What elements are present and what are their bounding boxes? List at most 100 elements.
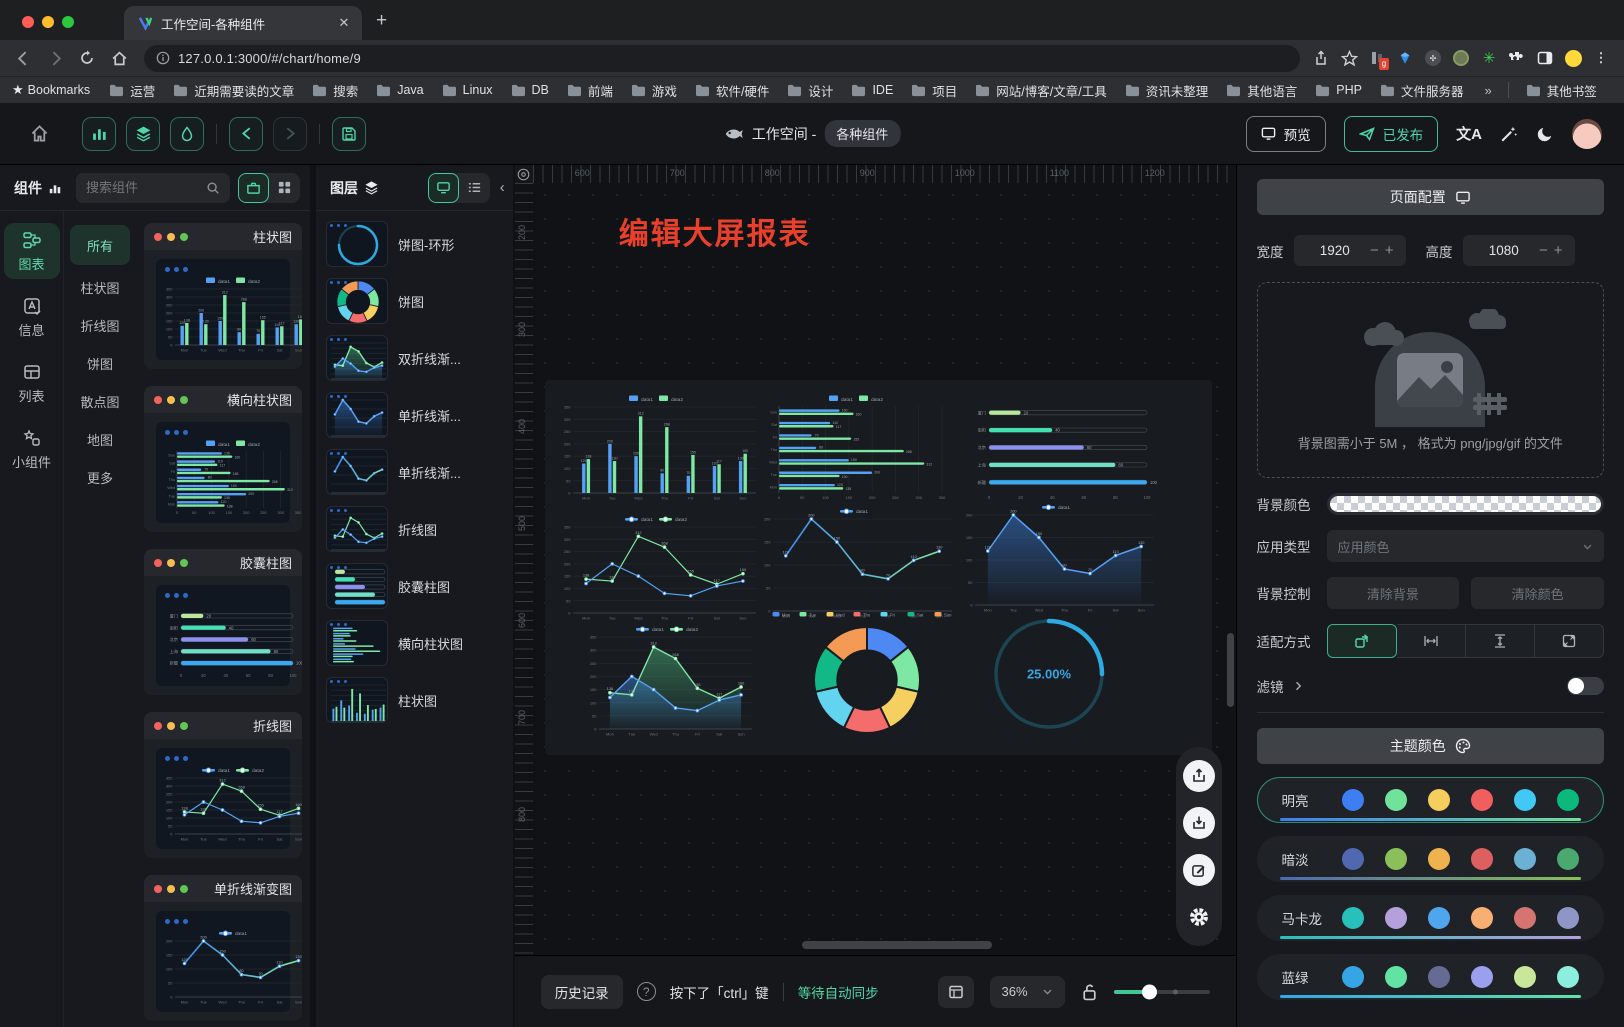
other-bookmarks-folder[interactable]: 其他书签 <box>1517 81 1606 100</box>
preview-button[interactable]: 预览 <box>1246 116 1326 152</box>
bookmark-folder[interactable]: PHP <box>1306 83 1371 97</box>
bookmark-folder[interactable]: 文件服务器 <box>1371 81 1473 100</box>
category-item[interactable]: 散点图 <box>70 385 130 417</box>
bookmark-folder[interactable]: 前端 <box>558 81 622 100</box>
save-button[interactable] <box>332 117 366 151</box>
bookmark-folder[interactable]: DB <box>502 83 558 97</box>
theme-color-dot[interactable] <box>1471 966 1493 988</box>
edit-icon[interactable] <box>1183 854 1215 886</box>
ext-circle-dark-icon[interactable]: ✣ <box>1424 49 1442 67</box>
theme-color-dot[interactable] <box>1557 907 1579 929</box>
list-view-button[interactable] <box>459 173 490 203</box>
single-view-button[interactable] <box>238 173 269 203</box>
dashboard-preview[interactable]: data1data2050100150200250300350120138200… <box>545 380 1212 755</box>
theme-color-dot[interactable] <box>1428 789 1450 811</box>
width-stepper[interactable]: 1920 − + <box>1294 235 1406 266</box>
horizontal-scrollbar[interactable] <box>802 941 992 949</box>
layer-item[interactable]: 饼图 <box>326 278 503 324</box>
theme-row-蓝绿[interactable]: 蓝绿 <box>1257 954 1604 1000</box>
bg-color-swatch[interactable] <box>1327 493 1604 515</box>
bookmark-folder[interactable]: Java <box>367 83 432 97</box>
bookmark-folder[interactable]: 网站/博客/文章/工具 <box>966 81 1115 100</box>
preview-bar-chart[interactable]: data1data2050100150200250300350120138200… <box>559 392 759 504</box>
category-item[interactable]: 地图 <box>70 423 130 455</box>
theme-color-dot[interactable] <box>1514 848 1536 870</box>
bookmark-folder[interactable]: 运营 <box>100 81 164 100</box>
width-plus-button[interactable]: + <box>1382 242 1397 259</box>
kebab-menu-icon[interactable]: ⋮ <box>1592 49 1610 67</box>
bookmark-folder[interactable]: Linux <box>433 83 502 97</box>
publish-button[interactable]: 已发布 <box>1344 116 1439 152</box>
layout-preview-icon[interactable] <box>938 976 974 1008</box>
category-item[interactable]: 饼图 <box>70 347 130 379</box>
rail-item-3[interactable]: 列表 <box>4 355 60 411</box>
theme-color-dot[interactable] <box>1471 848 1493 870</box>
bookmark-folder[interactable]: 其他语言 <box>1217 81 1306 100</box>
layer-item[interactable]: 单折线渐... <box>326 392 503 438</box>
browser-tab[interactable]: 工作空间-各种组件 ✕ <box>124 6 362 40</box>
category-item[interactable]: 所有 <box>70 225 130 265</box>
theme-row-暗淡[interactable]: 暗淡 <box>1257 836 1604 882</box>
toggle-settings-panel-button[interactable] <box>170 117 204 151</box>
app-home-button[interactable] <box>22 117 56 151</box>
preview-progress-ring[interactable]: 25.00% <box>987 612 1111 736</box>
maximize-window-button[interactable] <box>62 16 74 28</box>
settings-gear-icon[interactable] <box>1183 901 1215 933</box>
history-button[interactable]: 历史记录 <box>541 975 623 1009</box>
theme-color-dot[interactable] <box>1428 907 1450 929</box>
side-panel-icon[interactable] <box>1536 49 1554 67</box>
home-icon[interactable] <box>106 45 132 71</box>
help-icon[interactable]: ? <box>637 982 656 1001</box>
bookmark-folder[interactable]: 近期需要读的文章 <box>164 81 303 100</box>
user-avatar[interactable] <box>1572 119 1602 149</box>
grid-view-button[interactable] <box>269 173 300 203</box>
language-switch-icon[interactable]: 文A <box>1456 123 1482 144</box>
height-plus-button[interactable]: + <box>1551 242 1566 259</box>
theme-color-dot[interactable] <box>1342 907 1364 929</box>
preview-gradient-area-chart[interactable]: data10501001502001202001508070110130MonT… <box>961 500 1157 616</box>
export-icon[interactable] <box>1183 760 1215 792</box>
forward-icon[interactable] <box>42 45 68 71</box>
background-upload-dropzone[interactable]: 背景图需小于 5M ， 格式为 png/jpg/gif 的文件 <box>1257 282 1604 478</box>
board-title-text[interactable]: 编辑大屏报表 <box>619 209 811 253</box>
height-stepper[interactable]: 1080 − + <box>1463 235 1575 266</box>
undo-button[interactable] <box>229 117 263 151</box>
share-icon[interactable] <box>1312 49 1330 67</box>
reload-icon[interactable] <box>74 45 100 71</box>
ext-monitor-icon[interactable]: g <box>1368 49 1386 67</box>
component-card[interactable]: 折线图data1data2050100150200250300350138130… <box>144 712 302 858</box>
theme-color-dot[interactable] <box>1557 789 1579 811</box>
clear-background-button[interactable]: 清除背景 <box>1327 577 1460 609</box>
app-type-select[interactable]: 应用颜色 <box>1327 530 1604 562</box>
theme-color-dot[interactable] <box>1385 966 1407 988</box>
site-info-icon[interactable] <box>156 51 170 65</box>
bookmark-folder[interactable]: 项目 <box>902 81 966 100</box>
theme-color-dot[interactable] <box>1428 966 1450 988</box>
macos-traffic-lights[interactable] <box>0 16 92 40</box>
theme-color-dot[interactable] <box>1557 848 1579 870</box>
new-tab-button[interactable]: + <box>376 10 387 32</box>
layer-item[interactable]: 双折线渐... <box>326 335 503 381</box>
layer-item[interactable]: 折线图 <box>326 506 503 552</box>
toggle-components-panel-button[interactable] <box>82 117 116 151</box>
theme-color-dot[interactable] <box>1385 848 1407 870</box>
address-bar[interactable]: 127.0.0.1:3000/#/chart/home/9 <box>144 45 1300 72</box>
ext-gem-icon[interactable] <box>1396 49 1414 67</box>
thumbnail-view-button[interactable] <box>428 173 459 203</box>
bookmarks-star-icon[interactable]: ★ <box>12 82 24 98</box>
layer-item[interactable]: 单折线渐... <box>326 449 503 495</box>
zoom-slider-knob[interactable] <box>1142 984 1157 999</box>
bookmarks-label[interactable]: Bookmarks <box>28 83 91 97</box>
bookmarks-overflow-chevron[interactable]: » <box>1476 83 1499 98</box>
height-minus-button[interactable]: − <box>1536 242 1551 259</box>
component-card[interactable]: 柱状图data1data2050100150200250300350120138… <box>144 223 302 369</box>
theme-color-dot[interactable] <box>1342 789 1364 811</box>
rail-item-4[interactable]: 小组件 <box>4 421 60 477</box>
back-icon[interactable] <box>10 45 36 71</box>
component-card[interactable]: 横向柱状图data1data2050100150200250300350Sun1… <box>144 386 302 532</box>
dark-mode-moon-icon[interactable] <box>1536 125 1554 143</box>
zoom-select[interactable]: 36% <box>990 976 1065 1008</box>
preview-double-gradient-chart[interactable]: data1data2050100150200250300350138130312… <box>585 622 755 740</box>
minimize-window-button[interactable] <box>42 16 54 28</box>
vertical-scrollbar[interactable] <box>1227 633 1234 707</box>
